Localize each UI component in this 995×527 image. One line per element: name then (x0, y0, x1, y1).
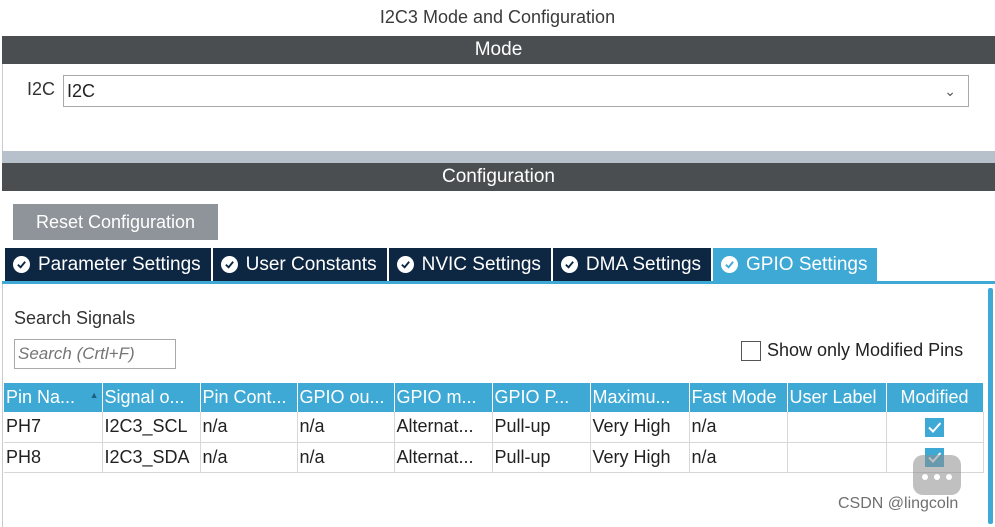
tab-label: DMA Settings (585, 254, 702, 275)
mode-select-value: I2C (67, 81, 96, 101)
show-modified-pins-toggle[interactable]: Show only Modified Pins (741, 340, 963, 361)
tab-gpio-settings[interactable]: GPIO Settings (713, 248, 878, 281)
cell-gpio-pull: Pull-up (492, 412, 591, 443)
mode-section-header: Mode (2, 36, 995, 64)
search-signals-label: Search Signals (14, 308, 136, 328)
cell-max-speed: Very High (590, 412, 690, 443)
check-circle-icon (220, 256, 238, 273)
mode-field-label: I2C (27, 79, 56, 99)
cell-pin-context: n/a (200, 412, 298, 443)
tab-label: Parameter Settings (38, 254, 201, 275)
cell-pin-name: PH7 (4, 412, 103, 443)
search-signals-input[interactable] (14, 339, 176, 369)
check-circle-icon (721, 256, 739, 273)
mode-select[interactable]: I2C ⌄ (63, 75, 969, 107)
cell-pin-name: PH8 (4, 442, 103, 473)
cell-gpio-mode: Alternat... (394, 442, 493, 473)
cell-fast-mode: n/a (689, 442, 788, 473)
chat-bubble-icon (913, 455, 961, 495)
tab-label: User Constants (245, 254, 377, 275)
cell-signal: I2C3_SDA (102, 442, 201, 473)
show-modified-label: Show only Modified Pins (767, 340, 964, 360)
cell-user-label[interactable] (787, 412, 887, 443)
watermark-text: CSDN @lingcoln (838, 495, 959, 512)
tab-user-constants[interactable]: User Constants (212, 248, 387, 281)
cell-pin-context: n/a (200, 442, 298, 473)
tab-label: NVIC Settings (421, 254, 541, 275)
chevron-down-icon: ⌄ (944, 83, 956, 99)
cell-fast-mode: n/a (689, 412, 788, 443)
table-row[interactable]: PH7 I2C3_SCL n/a n/a Alternat... Pull-up… (4, 412, 984, 443)
tab-label: GPIO Settings (746, 254, 868, 275)
table-header-row: Pin Na... ▲ Signal o... Pin Cont... GPIO … (4, 383, 984, 412)
column-header-gpio-output[interactable]: GPIO ou... (297, 383, 395, 412)
check-circle-icon (13, 256, 30, 273)
cell-gpio-pull: Pull-up (492, 442, 591, 473)
tab-nvic-settings[interactable]: NVIC Settings (388, 248, 551, 281)
configuration-section-header: Configuration (2, 163, 995, 191)
table-row[interactable]: PH8 I2C3_SDA n/a n/a Alternat... Pull-up… (4, 442, 984, 473)
reset-configuration-button[interactable]: Reset Configuration (13, 204, 218, 240)
tab-dma-settings[interactable]: DMA Settings (552, 248, 712, 281)
column-header-modified[interactable]: Modified (886, 383, 984, 412)
tab-parameter-settings[interactable]: Parameter Settings (5, 248, 211, 281)
show-modified-checkbox[interactable] (741, 340, 761, 361)
sort-ascending-icon: ▲ (89, 390, 99, 400)
cell-gpio-output: n/a (297, 442, 395, 473)
column-header-user-label[interactable]: User Label (787, 383, 887, 412)
configuration-tabs: Parameter Settings User Constants NVIC S… (5, 248, 879, 281)
column-header-signal[interactable]: Signal o... (102, 383, 201, 412)
cell-user-label[interactable] (787, 442, 887, 473)
cell-gpio-mode: Alternat... (394, 412, 493, 443)
window-title: I2C3 Mode and Configuration (379, 7, 616, 27)
cell-gpio-output: n/a (297, 412, 395, 443)
column-header-max-speed[interactable]: Maximu... (590, 383, 690, 412)
cell-signal: I2C3_SCL (102, 412, 201, 443)
gpio-signals-table: Pin Na... ▲ Signal o... Pin Cont... GPIO … (4, 383, 984, 473)
check-circle-icon (396, 256, 414, 273)
section-divider (2, 151, 995, 163)
cell-max-speed: Very High (590, 442, 690, 473)
column-header-fast-mode[interactable]: Fast Mode (689, 383, 788, 412)
column-header-gpio-mode[interactable]: GPIO m... (394, 383, 493, 412)
check-circle-icon (560, 256, 578, 273)
cell-modified[interactable] (886, 412, 984, 443)
column-header-pin-name[interactable]: Pin Na... ▲ (4, 383, 103, 412)
scrollbar-thumb[interactable] (988, 288, 993, 524)
column-header-gpio-pull[interactable]: GPIO P... (492, 383, 591, 412)
column-header-pin-context[interactable]: Pin Cont... (200, 383, 298, 412)
modified-checkbox[interactable] (925, 418, 944, 437)
vertical-scrollbar[interactable] (986, 284, 995, 527)
